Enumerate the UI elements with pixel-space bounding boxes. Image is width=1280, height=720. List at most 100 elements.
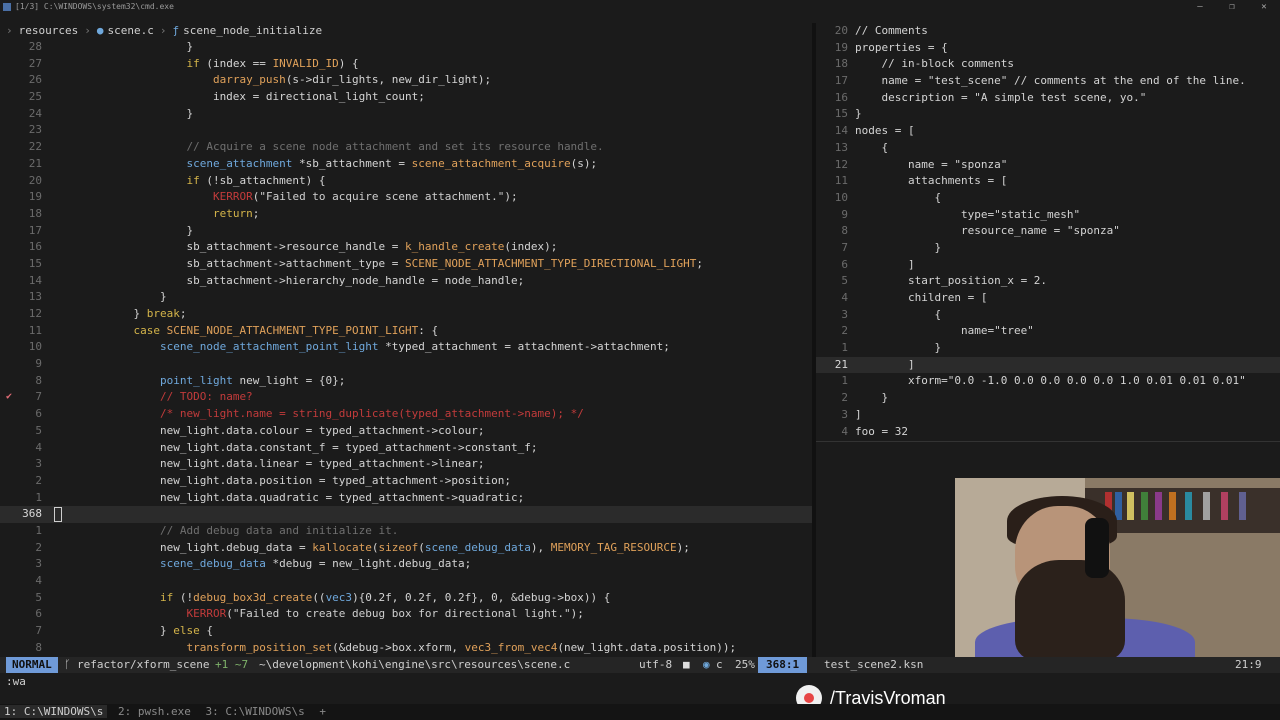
code-line[interactable]: 26 darray_push(s->dir_lights, new_dir_li… <box>0 72 812 89</box>
code-line[interactable]: 10 { <box>816 190 1280 207</box>
tab-2[interactable]: 2: pwsh.exe <box>114 705 195 718</box>
code-line[interactable]: 8 transform_position_set(&debug->box.xfo… <box>0 640 812 656</box>
code-line[interactable]: 4 children = [ <box>816 290 1280 307</box>
close-button[interactable]: ✕ <box>1248 0 1280 14</box>
code-line[interactable]: 22 // Acquire a scene node attachment an… <box>0 139 812 156</box>
line-number: 9 <box>841 207 848 221</box>
code-line[interactable]: 21 ] <box>816 356 1280 374</box>
code-line[interactable]: 11 case SCENE_NODE_ATTACHMENT_TYPE_POINT… <box>0 323 812 340</box>
webcam-overlay <box>955 478 1280 661</box>
code-line[interactable]: 5 new_light.data.colour = typed_attachme… <box>0 423 812 440</box>
code-line[interactable]: 5 if (!debug_box3d_create((vec3){0.2f, 0… <box>0 590 812 607</box>
code-line[interactable]: 8 resource_name = "sponza" <box>816 223 1280 240</box>
file-path: ~\development\kohi\engine\src\resources\… <box>259 658 571 671</box>
code-line[interactable]: 16 sb_attachment->resource_handle = k_ha… <box>0 239 812 256</box>
code-line[interactable]: 4 foo = 32 <box>816 424 1280 441</box>
line-number: 4 <box>35 440 42 454</box>
breadcrumb-file[interactable]: scene.c <box>107 24 153 37</box>
code-line[interactable]: 19 properties = { <box>816 40 1280 57</box>
code-line[interactable]: 12 name = "sponza" <box>816 157 1280 174</box>
code-line[interactable]: 25 index = directional_light_count; <box>0 89 812 106</box>
code-line[interactable]: 3] <box>816 407 1280 424</box>
code-line[interactable]: 2 new_light.debug_data = kallocate(sizeo… <box>0 540 812 557</box>
code-line[interactable]: 13 { <box>816 140 1280 157</box>
code-line[interactable]: 3 { <box>816 307 1280 324</box>
code-line[interactable]: 28 } <box>0 39 812 56</box>
code-line[interactable]: 9 type="static_mesh" <box>816 207 1280 224</box>
code-line[interactable]: 13 } <box>0 289 812 306</box>
code-line[interactable]: 21 scene_attachment *sb_attachment = sce… <box>0 156 812 173</box>
line-number: 18 <box>834 57 848 71</box>
code-line[interactable]: 1 new_light.data.quadratic = typed_attac… <box>0 490 812 507</box>
line-number: 2 <box>35 540 42 554</box>
minimize-button[interactable]: — <box>1184 0 1216 14</box>
line-number: 5 <box>841 274 848 288</box>
line-number: 6 <box>841 257 848 271</box>
code-text: /* new_light.name = string_duplicate(typ… <box>159 407 584 421</box>
code-line[interactable]: 17 name = "test_scene" // comments at th… <box>816 73 1280 90</box>
code-line[interactable]: 20 // Comments <box>816 23 1280 40</box>
breadcrumb-symbol[interactable]: scene_node_initialize <box>183 24 322 37</box>
code-line[interactable]: 15} <box>816 106 1280 123</box>
code-line[interactable]: 10 scene_node_attachment_point_light *ty… <box>0 339 812 356</box>
code-text: ] <box>855 257 915 271</box>
code-line[interactable]: 5 start_position_x = 2. <box>816 273 1280 290</box>
code-line[interactable]: 4 new_light.data.constant_f = typed_atta… <box>0 440 812 457</box>
editor-pane-left[interactable]: 28 } 27 if (index == INVALID_ID) {26 darr… <box>0 39 812 656</box>
code-line[interactable]: 15 sb_attachment->attachment_type = SCEN… <box>0 256 812 273</box>
code-line[interactable]: 6 KERROR("Failed to create debug box for… <box>0 606 812 623</box>
line-number: 3 <box>841 407 848 421</box>
code-text: new_light.data.position = typed_attachme… <box>54 473 511 487</box>
code-line[interactable]: 9 <box>0 356 812 373</box>
add-tab-button[interactable]: + <box>315 705 330 718</box>
code-line[interactable]: 20 if (!sb_attachment) { <box>0 173 812 190</box>
line-number: 368 <box>22 507 42 521</box>
line-number: 12 <box>834 157 848 171</box>
code-line[interactable]: 23 <box>0 122 812 139</box>
code-line[interactable]: 6 ] <box>816 257 1280 274</box>
code-line[interactable]: 16 description = "A simple test scene, y… <box>816 90 1280 107</box>
command-line[interactable]: :wa <box>6 675 26 688</box>
line-number: 19 <box>834 40 848 54</box>
code-line[interactable]: 4 <box>0 573 812 590</box>
tab-1[interactable]: 1: C:\WINDOWS\s <box>0 705 108 718</box>
code-line[interactable]: 3 scene_debug_data *debug = new_light.de… <box>0 556 812 573</box>
code-line[interactable]: 7 } else { <box>0 623 812 640</box>
code-line[interactable]: 12 } break; <box>0 306 812 323</box>
code-line[interactable]: 368 <box>0 506 812 523</box>
code-line[interactable]: 3 new_light.data.linear = typed_attachme… <box>0 456 812 473</box>
code-text: } <box>54 40 194 53</box>
code-line[interactable]: 17 } <box>0 223 812 240</box>
code-text: // Comments <box>855 24 928 37</box>
code-line[interactable]: 2 } <box>816 390 1280 407</box>
code-line[interactable]: 1 // Add debug data and initialize it. <box>0 523 812 540</box>
code-line[interactable]: 2 name="tree" <box>816 323 1280 340</box>
code-line[interactable]: 2 new_light.data.position = typed_attach… <box>0 473 812 490</box>
code-line[interactable]: 24 } <box>0 106 812 123</box>
line-number: 19 <box>28 190 42 204</box>
code-line[interactable]: 18 return; <box>0 206 812 223</box>
tab-3[interactable]: 3: C:\WINDOWS\s <box>201 705 308 718</box>
code-line[interactable]: 1 } <box>816 340 1280 357</box>
editor-pane-right[interactable]: 20// Comments 19 properties = {18 // in-bl… <box>816 23 1280 442</box>
code-line[interactable]: 11 attachments = [ <box>816 173 1280 190</box>
scroll-percent: 25% <box>735 658 755 671</box>
code-text: case SCENE_NODE_ATTACHMENT_TYPE_POINT_LI… <box>133 323 439 337</box>
code-line[interactable]: 6 /* new_light.name = string_duplicate(t… <box>0 406 812 423</box>
code-line[interactable]: 14 nodes = [ <box>816 123 1280 140</box>
code-line[interactable]: 7 ✔ // TODO: name? <box>0 389 812 406</box>
line-number: 24 <box>28 106 42 120</box>
code-text: new_light.debug_data = kallocate(sizeof(… <box>54 540 690 554</box>
code-line[interactable]: 8 point_light new_light = {0}; <box>0 373 812 390</box>
breadcrumb-folder[interactable]: resources <box>19 24 79 37</box>
line-number: 10 <box>834 190 848 204</box>
code-line[interactable]: 19 KERROR("Failed to acquire scene attac… <box>0 189 812 206</box>
code-line[interactable]: 1 xform="0.0 -1.0 0.0 0.0 0.0 0.0 1.0 0.… <box>816 373 1280 390</box>
code-line[interactable]: 27 if (index == INVALID_ID) { <box>0 56 812 73</box>
code-line[interactable]: 18 // in-block comments <box>816 56 1280 73</box>
maximize-button[interactable]: ❐ <box>1216 0 1248 14</box>
code-line[interactable]: 7 } <box>816 240 1280 257</box>
file-encoding: utf-8 <box>639 658 673 671</box>
code-text: point_light new_light = {0}; <box>159 373 346 387</box>
code-line[interactable]: 14 sb_attachment->hierarchy_node_handle … <box>0 273 812 290</box>
